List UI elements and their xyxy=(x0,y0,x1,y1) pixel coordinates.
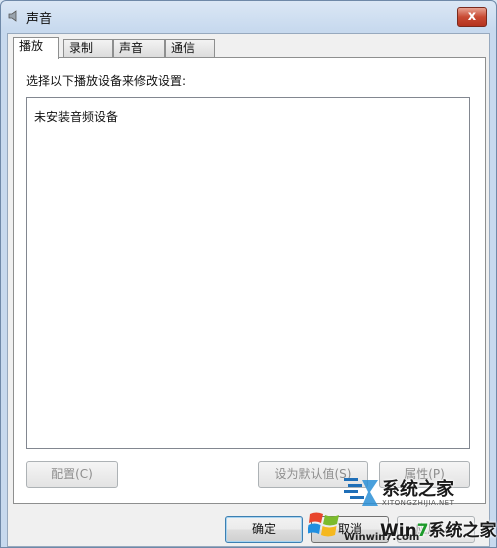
tab-communications[interactable]: 通信 xyxy=(165,39,215,57)
instruction-text: 选择以下播放设备来修改设置: xyxy=(26,74,187,88)
window-title: 声音 xyxy=(26,12,53,27)
tab-recording[interactable]: 录制 xyxy=(63,39,113,57)
configure-button[interactable]: 配置(C) xyxy=(26,461,118,488)
speaker-icon xyxy=(8,10,17,22)
tab-sounds[interactable]: 声音 xyxy=(113,39,165,57)
playback-panel: 选择以下播放设备来修改设置: 未安装音频设备 配置(C) 设为默认值(S) 属性… xyxy=(13,57,486,504)
properties-button[interactable]: 属性(P) xyxy=(379,461,470,488)
sound-dialog: 声音 x 播放 录制 声音 通信 选择以下播放设备来修改设置: 未安装音频设备 … xyxy=(0,0,497,548)
set-default-button[interactable]: 设为默认值(S) xyxy=(258,461,368,488)
cancel-button[interactable]: 取消 xyxy=(311,516,389,543)
close-button[interactable]: x xyxy=(457,7,487,27)
title-bar[interactable]: 声音 x xyxy=(1,1,496,33)
dialog-body: 播放 录制 声音 通信 选择以下播放设备来修改设置: 未安装音频设备 配置(C)… xyxy=(7,33,490,547)
no-device-message: 未安装音频设备 xyxy=(34,110,119,124)
device-list[interactable]: 未安装音频设备 xyxy=(26,97,470,449)
apply-button[interactable]: 应用(A) xyxy=(397,516,475,543)
ok-button[interactable]: 确定 xyxy=(225,516,303,543)
tab-playback[interactable]: 播放 xyxy=(13,37,59,59)
